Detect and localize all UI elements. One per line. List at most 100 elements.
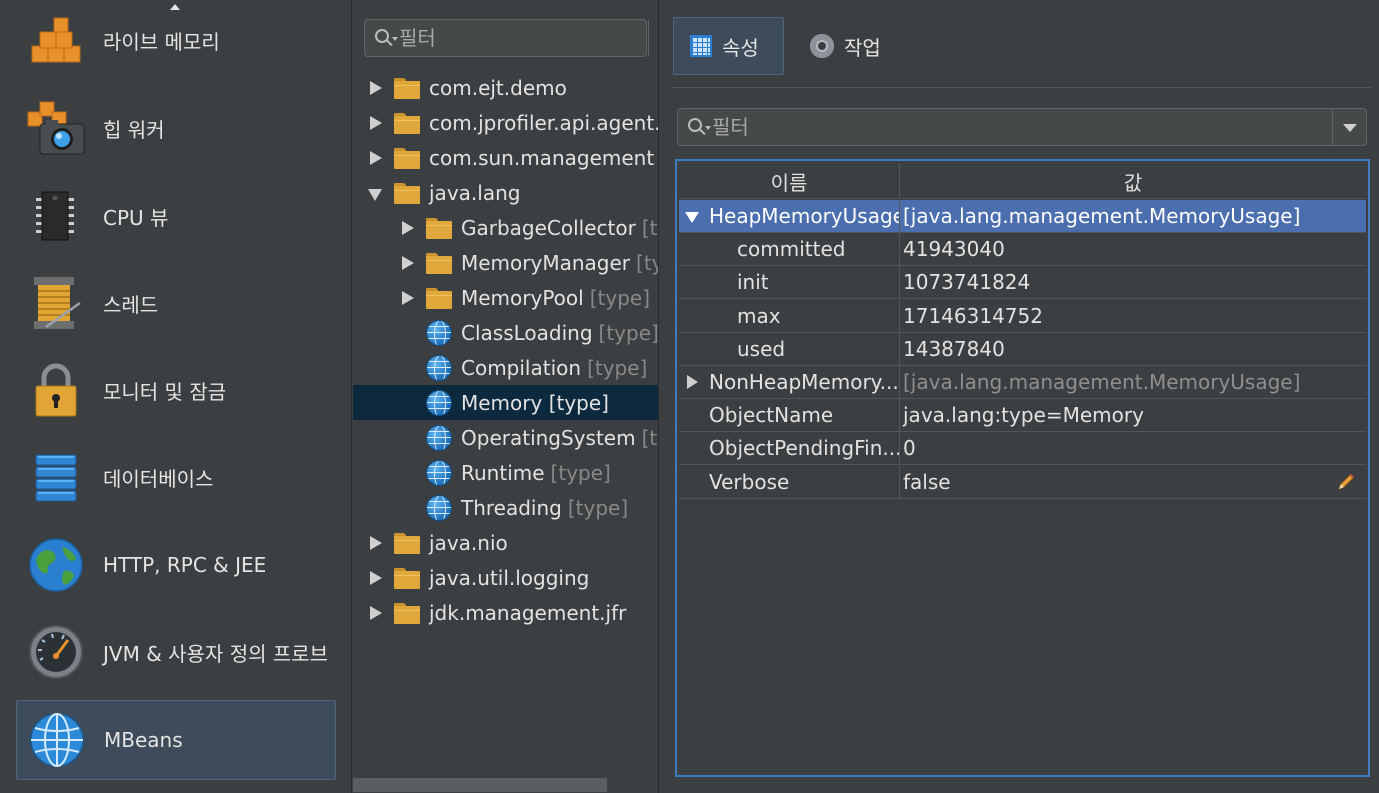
attribute-value: 14387840 [903, 337, 1005, 361]
table-row[interactable]: used 14387840 [679, 333, 1366, 366]
tree-node[interactable]: MemoryManager[typ [353, 245, 658, 280]
folder-icon [394, 567, 420, 589]
search-icon[interactable] [678, 109, 712, 145]
search-icon[interactable] [365, 20, 399, 56]
lock-icon [26, 360, 86, 420]
expand-arrow-right-icon[interactable] [368, 115, 382, 130]
table-row[interactable]: max 17146314752 [679, 300, 1366, 333]
tree-filter [364, 19, 649, 57]
attribute-value: 41943040 [903, 237, 1005, 261]
tree-node[interactable]: java.lang [353, 175, 658, 210]
tree-node-type-suffix: [type] [567, 495, 629, 520]
tree-node-label: Threading [461, 495, 562, 520]
tree-node[interactable]: GarbageCollector [typ [353, 210, 658, 245]
attribute-value-cell: 17146314752 [900, 300, 1366, 332]
tree-node[interactable]: com.sun.management [353, 140, 658, 175]
tree-node[interactable]: com.ejt.demo [353, 70, 658, 105]
folder-icon [394, 182, 420, 204]
attribute-filter-dropdown-button[interactable] [1332, 109, 1366, 145]
nav-item-live-memory[interactable]: 라이브 메모리 [16, 0, 336, 80]
expand-arrow-right-icon[interactable] [400, 220, 414, 235]
live-memory-icon [26, 10, 86, 70]
nav-item-threads[interactable]: 스레드 [16, 263, 336, 343]
attribute-value-cell: [java.lang.management.MemoryUsage] [900, 366, 1366, 398]
tree-filter-input[interactable] [399, 20, 648, 56]
nav-item-label: 데이터베이스 [103, 466, 214, 491]
tree-node[interactable]: Runtime [type] [353, 455, 658, 490]
nav-item-http-rpc-jee[interactable]: HTTP, RPC & JEE [16, 525, 336, 605]
nav-item-label: HTTP, RPC & JEE [103, 553, 267, 577]
nav-item-jvm-probes[interactable]: JVM & 사용자 정의 프로브 [16, 612, 336, 692]
nav-item-monitors-locks[interactable]: 모니터 및 잠금 [16, 350, 336, 430]
tree-node[interactable]: java.nio [353, 525, 658, 560]
scrollbar-thumb[interactable] [353, 778, 607, 792]
tree-filter-dropdown-button[interactable] [648, 20, 658, 56]
table-row[interactable]: HeapMemoryUsage [java.lang.management.Mem… [679, 200, 1366, 233]
table-header: 이름 값 [679, 163, 1366, 199]
tree-node[interactable]: Compilation [type] [353, 350, 658, 385]
tree-node-type-suffix: [type] [587, 355, 648, 380]
attribute-value-cell: 0 [900, 432, 1366, 464]
horizontal-scrollbar[interactable] [353, 775, 658, 793]
expand-arrow-right-icon[interactable] [368, 605, 382, 620]
table-row[interactable]: NonHeapMemory... [java.lang.management.Me… [679, 366, 1366, 399]
folder-icon [426, 217, 452, 239]
gear-icon [810, 34, 834, 58]
tree-node-label: ClassLoading [461, 320, 593, 345]
nav-item-heap-walker[interactable]: 힙 워커 [16, 88, 336, 168]
tree-node[interactable]: MemoryPool [type] [353, 280, 658, 315]
expand-arrow-right-icon[interactable] [368, 570, 382, 585]
folder-icon [394, 602, 420, 624]
mbean-details-panel: 속성 작업 이름 값 HeapMemoryUsage[java.lang.man… [660, 0, 1379, 793]
mbean-tree-panel: com.ejt.demo com.jprofiler.api.agent.m com… [353, 0, 659, 793]
tree-node[interactable]: ClassLoading [type] [353, 315, 658, 350]
expand-arrow-right-icon[interactable] [400, 290, 414, 305]
table-row[interactable]: init 1073741824 [679, 266, 1366, 299]
nav-item-cpu-views[interactable]: CPU 뷰 [16, 176, 336, 256]
attribute-value-cell[interactable]: false [900, 466, 1366, 498]
database-icon [26, 447, 86, 507]
attribute-filter-input[interactable] [712, 109, 1332, 145]
tab-attributes[interactable]: 속성 [673, 17, 784, 75]
attribute-name: ObjectName [709, 403, 834, 427]
expand-arrow-right-icon[interactable] [368, 150, 382, 165]
attribute-name: init [737, 270, 769, 294]
tree-node-label: java.util.logging [429, 565, 590, 590]
tree-node-type-suffix: [typ [641, 215, 658, 240]
attributes-table: 이름 값 HeapMemoryUsage [java.lang.managemen… [675, 159, 1370, 777]
tree-node[interactable]: Memory [type] [353, 385, 658, 420]
tree-node[interactable]: java.util.logging [353, 560, 658, 595]
expand-arrow-right-icon[interactable] [368, 535, 382, 550]
tree-node-label: jdk.management.jfr [429, 600, 627, 625]
attribute-name-cell: max [679, 300, 900, 332]
collapse-arrow-icon[interactable] [685, 209, 699, 223]
table-row[interactable]: ObjectPendingFin... 0 [679, 432, 1366, 465]
divider [672, 87, 1372, 88]
expand-arrow-right-icon[interactable] [368, 80, 382, 95]
column-header-value[interactable]: 값 [900, 163, 1366, 199]
expand-arrow-icon[interactable] [685, 375, 699, 389]
tree-node[interactable]: Threading [type] [353, 490, 658, 525]
attribute-value-cell: java.lang:type=Memory [900, 399, 1366, 431]
tree-node[interactable]: OperatingSystem [typ [353, 420, 658, 455]
table-row[interactable]: ObjectName java.lang:type=Memory [679, 399, 1366, 432]
expand-arrow-down-icon[interactable] [368, 186, 382, 201]
nav-item-databases[interactable]: 데이터베이스 [16, 437, 336, 517]
view-selector-sidebar: 라이브 메모리 힙 워커 CPU 뷰 스레드 모니터 및 잠금 데이터베이스 H… [0, 0, 352, 793]
edit-pencil-icon[interactable] [1336, 472, 1356, 492]
table-row[interactable]: Verbose false [679, 466, 1366, 499]
attribute-name: used [737, 337, 786, 361]
mbean-globe-icon [426, 494, 452, 521]
table-row[interactable]: committed 41943040 [679, 233, 1366, 266]
tree-node[interactable]: jdk.management.jfr [353, 595, 658, 630]
mbeans-globe-icon [27, 710, 87, 770]
attribute-name: HeapMemoryUsage [709, 204, 900, 228]
tab-operations[interactable]: 작업 [794, 17, 904, 75]
tree-node[interactable]: com.jprofiler.api.agent.m [353, 105, 658, 140]
expand-arrow-right-icon[interactable] [400, 255, 414, 270]
attribute-name-cell: NonHeapMemory... [679, 366, 900, 398]
mbean-globe-icon [426, 389, 452, 416]
nav-item-mbeans[interactable]: MBeans [16, 700, 336, 780]
column-header-name[interactable]: 이름 [679, 163, 900, 199]
threads-icon [26, 273, 86, 333]
